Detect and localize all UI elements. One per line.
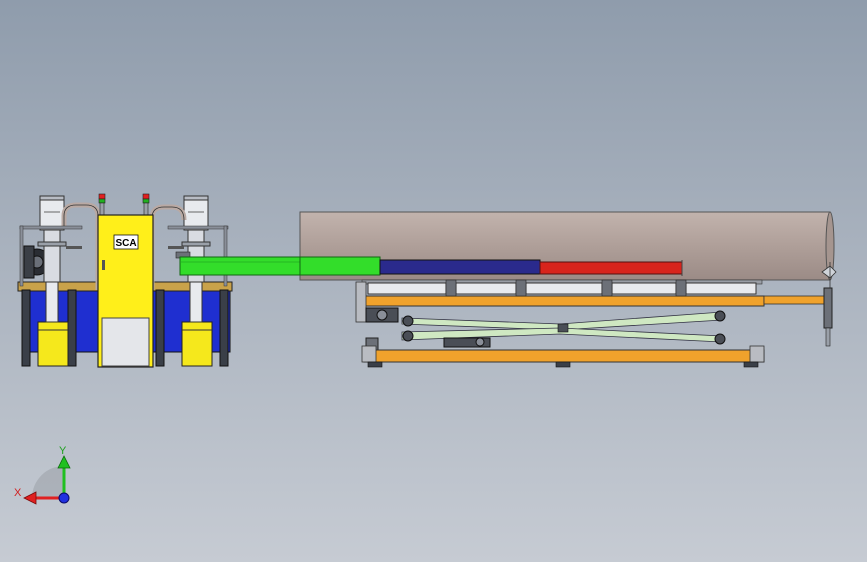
left-barrel [37, 321, 69, 367]
cad-viewport[interactable]: SCA X Y [0, 0, 867, 562]
y-axis-arrow [57, 455, 71, 469]
x-axis-arrow [23, 491, 37, 505]
cabinet-label: SCA [115, 238, 136, 249]
cabinet-handle [102, 260, 105, 270]
x-axis-label: X [14, 487, 22, 499]
left-leg-1 [21, 289, 31, 367]
end-bracket [763, 295, 825, 305]
z-axis-origin [58, 492, 70, 504]
large-pipe [299, 211, 835, 281]
roller-4 [611, 282, 677, 295]
left-leg-2 [67, 289, 77, 367]
left-machine-assembly: SCA [17, 193, 233, 368]
upper-orange-beam [363, 295, 765, 307]
roller-5 [685, 282, 757, 295]
lower-orange-beam [363, 349, 765, 363]
axis-triad: X Y [14, 445, 71, 505]
cad-drawing: SCA X Y [14, 193, 837, 505]
left-leg-4 [219, 289, 229, 367]
left-leg-3 [155, 289, 165, 367]
right-barrel [181, 321, 213, 367]
roller-2 [455, 282, 517, 295]
roller-1 [367, 282, 447, 295]
roller-3 [525, 282, 603, 295]
cabinet-lower-panel [101, 317, 150, 367]
signal-light-left [98, 193, 106, 216]
signal-light-right [142, 193, 150, 216]
y-axis-label: Y [59, 445, 67, 457]
